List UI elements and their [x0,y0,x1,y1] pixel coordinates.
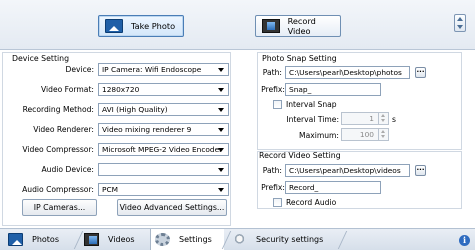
device-label: Device: [65,65,94,74]
device-setting-title: Device Setting [12,54,70,63]
device-select[interactable]: IP Camera: Wifi Endoscope [98,63,229,76]
tab-settings[interactable]: Settings [150,229,224,250]
interval-time-label: Interval Time: [286,115,339,124]
maximum-value: 100 [359,130,374,139]
gear-icon [155,233,170,246]
video-compressor-label: Video Compressor: [22,145,94,154]
video-browse-button[interactable]: ... [415,165,426,176]
spinner-arrows-icon[interactable] [378,129,388,140]
toolbar: Take Photo Record Video [0,0,475,50]
video-path-field[interactable]: C:\Users\pearl\Desktop\videos [285,164,410,177]
tab-videos-label: Videos [108,235,135,244]
film-icon [262,19,280,33]
spinner-arrows-icon[interactable] [378,113,388,124]
video-format-label: Video Format: [40,85,94,94]
photo-path-field[interactable]: C:\Users\pearl\Desktop\photos [285,66,410,79]
video-format-select[interactable]: 1280x720 [98,83,229,96]
interval-time-spinner[interactable]: 1 [341,112,389,125]
ip-cameras-button[interactable]: IP Cameras... [22,199,97,216]
tab-photos-label: Photos [32,235,59,244]
recording-method-select[interactable]: AVI (High Quality) [98,103,229,116]
photo-browse-button[interactable]: ... [415,67,426,78]
audio-compressor-select[interactable]: PCM [98,183,229,196]
tab-security-settings[interactable]: Security settings [228,229,338,250]
camera-icon [105,19,123,33]
video-compressor-select[interactable]: Microsoft MPEG-2 Video Encoder [98,143,229,156]
video-prefix-field[interactable]: Record_ [285,181,381,194]
videos-icon [84,233,99,246]
record-audio-label: Record Audio [286,198,337,207]
maximum-label: Maximum: [299,131,339,140]
info-icon[interactable]: i [459,235,470,246]
record-video-button[interactable]: Record Video [255,15,341,37]
photos-icon [8,233,23,246]
tab-settings-label: Settings [179,235,212,244]
audio-device-select[interactable] [98,163,229,176]
video-renderer-select[interactable]: Video mixing renderer 9 [98,123,229,136]
maximum-spinner[interactable]: 100 [341,128,389,141]
tab-security-label: Security settings [256,235,324,244]
interval-time-value: 1 [369,114,374,123]
audio-compressor-label: Audio Compressor: [22,185,94,194]
record-video-title: Record Video Setting [259,151,341,160]
interval-unit: s [392,115,396,124]
photo-snap-title: Photo Snap Setting [262,54,337,63]
recording-method-label: Recording Method: [22,105,94,114]
tab-videos[interactable]: Videos [80,229,150,250]
take-photo-button[interactable]: Take Photo [98,15,184,37]
tab-divider [337,231,348,249]
record-audio-checkbox[interactable] [273,198,282,207]
record-video-label: Record Video [287,16,316,36]
photo-prefix-label: Prefix: [261,85,285,94]
photo-prefix-field[interactable]: Snap_ [285,83,381,96]
video-prefix-label: Prefix: [261,183,285,192]
collapse-toggle-icon[interactable] [454,14,466,32]
tab-bar: Photos Videos Settings Security settings [0,228,475,250]
photo-path-label: Path: [262,68,282,77]
video-path-label: Path: [262,166,282,175]
video-renderer-label: Video Renderer: [33,125,94,134]
video-advanced-settings-button[interactable]: Video Advanced Settings... [117,199,227,216]
interval-snap-checkbox[interactable] [273,100,282,109]
interval-snap-label: Interval Snap [286,100,337,109]
security-icon [232,233,247,246]
audio-device-label: Audio Device: [41,165,94,174]
tab-photos[interactable]: Photos [4,229,76,250]
take-photo-label: Take Photo [131,21,176,31]
settings-panel: Device Setting Device: IP Camera: Wifi E… [0,50,475,228]
